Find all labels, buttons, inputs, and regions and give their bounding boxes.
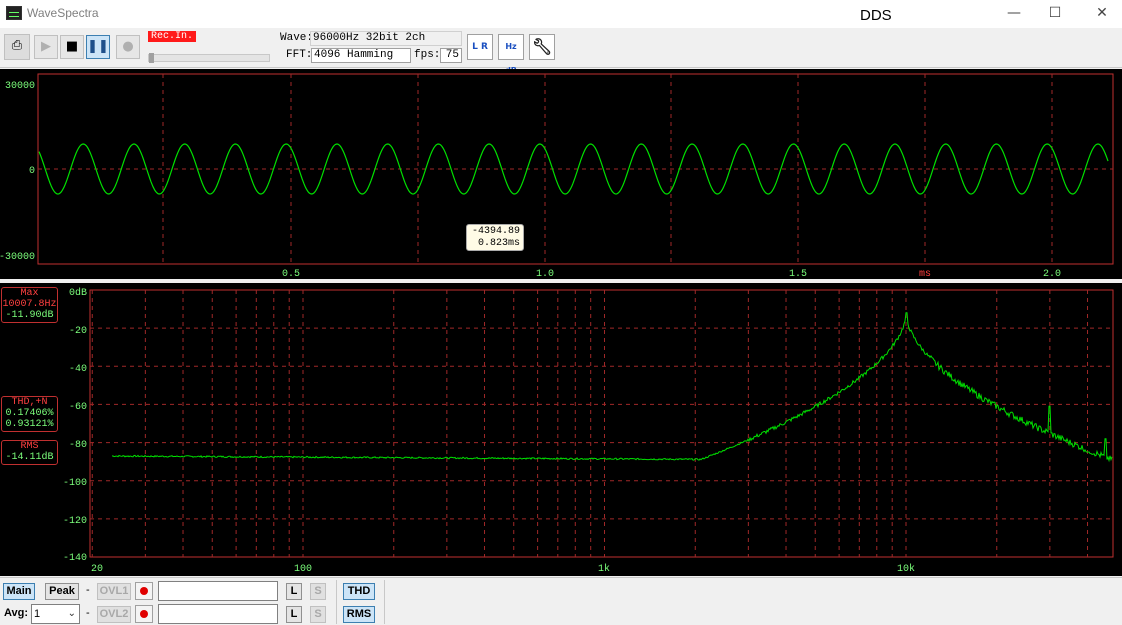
rec-level-slider[interactable] (148, 53, 270, 63)
ovl2-button[interactable]: OVL2 (97, 606, 131, 623)
fps-label: fps: (414, 49, 441, 61)
wave-x-tick-0-5: 0.5 (282, 269, 300, 279)
lr-channel-icon: L R (472, 42, 488, 52)
spectrum-grid (90, 290, 1113, 557)
hz-db-button[interactable]: Hz dB (498, 34, 524, 75)
ovl2-name-field[interactable] (158, 604, 278, 624)
chevron-down-icon: ⌄ (67, 608, 76, 619)
document-label: DDS (860, 7, 892, 24)
thd-button[interactable]: THD (343, 583, 375, 600)
spec-y-tick-80: -80 (69, 440, 87, 451)
rms-info-box: RMS -14.11dB (1, 440, 58, 465)
stop-icon: ■ (65, 39, 79, 54)
pause-button[interactable]: ❚❚ (86, 35, 110, 59)
spec-x-tick-1k: 1k (598, 563, 610, 575)
spec-y-tick-60: -60 (69, 402, 87, 413)
wave-y-tick-top: 30000 (5, 81, 35, 92)
max-level: -11.90dB (5, 310, 54, 321)
minimize-button[interactable]: — (1002, 4, 1026, 22)
avg-select[interactable]: 1 ⌄ (31, 604, 80, 624)
cursor-value: -4394.89 (471, 226, 520, 237)
bottom-controls: Main Peak - OVL1 L S Avg: 1 ⌄ - OVL2 L S… (0, 577, 1122, 625)
rms-value: -14.11dB (5, 452, 54, 463)
max-title: Max (20, 288, 39, 299)
separator (336, 580, 337, 624)
thd-info-box: THD,+N 0.17406% 0.93121% (1, 396, 58, 432)
peak-button[interactable]: Peak (45, 583, 79, 600)
separator-2 (384, 580, 385, 624)
spec-x-tick-100: 100 (294, 564, 312, 575)
ovl1-l-button[interactable]: L (286, 583, 302, 600)
pause-icon: ❚❚ (87, 39, 109, 54)
rec-in-indicator: Rec.In. (148, 31, 196, 42)
spectrum-trace (111, 312, 1113, 463)
rms-title: RMS (20, 441, 39, 452)
toolbar: ⎙ ▶ ■ ❚❚ ● Rec.In. Wave: 96000Hz 32bit 2… (0, 28, 1122, 75)
wave-x-tick-2-0: 2.0 (1043, 269, 1061, 279)
max-info-box: Max 10007.8Hz -11.90dB (1, 287, 58, 323)
wave-y-tick-bottom: -30000 (0, 252, 35, 263)
ovl2-l-button[interactable]: L (286, 606, 302, 623)
stop-button[interactable]: ■ (60, 35, 84, 59)
play-icon: ▶ (41, 39, 51, 54)
fps-value[interactable]: 75 (440, 48, 462, 63)
spectrum-frame (89, 289, 1114, 558)
rms-button[interactable]: RMS (343, 606, 375, 623)
ovl1-record-button[interactable] (135, 582, 153, 600)
avg-label: Avg: (4, 607, 29, 619)
monitor-icon: ⎙ (11, 38, 23, 53)
record-icon: ● (122, 39, 134, 54)
spectrum-panel[interactable]: 0dB -20 -40 -60 -80 -100 -120 -140 20 10… (0, 283, 1122, 576)
dash-1: - (86, 584, 90, 596)
spec-x-tick-20: 20 (91, 564, 103, 575)
avg-value: 1 (34, 608, 41, 620)
app-icon (6, 6, 22, 20)
thd-value: 0.17406% (5, 408, 54, 419)
close-button[interactable]: ✕ (1090, 4, 1114, 22)
spectrum-plot[interactable]: 0dB -20 -40 -60 -80 -100 -120 -140 20 10… (0, 283, 1122, 576)
spec-y-tick-120: -120 (63, 516, 87, 527)
lr-channel-button[interactable]: L R (467, 34, 493, 60)
monitor-button[interactable]: ⎙ (4, 34, 30, 60)
cursor-time: 0.823ms (477, 238, 520, 249)
title-bar: WaveSpectra DDS — ☐ ✕ (0, 0, 1122, 28)
max-frequency: 10007.8Hz (2, 299, 57, 310)
wave-x-tick-1-0: 1.0 (536, 269, 554, 279)
maximize-button[interactable]: ☐ (1043, 4, 1067, 22)
wavespectra-window: WaveSpectra DDS — ☐ ✕ ⎙ ▶ ■ ❚❚ ● Rec.In.… (0, 0, 1122, 625)
wave-label: Wave: (280, 32, 314, 44)
wrench-icon: 🔧︎ (531, 37, 553, 56)
main-button[interactable]: Main (3, 583, 35, 600)
spec-x-tick-10k: 10k (897, 563, 915, 575)
wave-x-unit: ms (919, 269, 931, 279)
app-title: WaveSpectra (27, 6, 99, 20)
wave-x-tick-1-5: 1.5 (789, 269, 807, 279)
waveform-panel[interactable]: 30000 0 -30000 0.5 1.0 1.5 2.0 ms (0, 69, 1122, 280)
cursor-readout: -4394.89 0.823ms (466, 224, 524, 251)
fft-settings-value[interactable]: 4096 Hamming (311, 48, 411, 63)
thdn-value: 0.93121% (5, 419, 54, 430)
dash-2: - (86, 607, 90, 619)
ovl1-button[interactable]: OVL1 (97, 583, 131, 600)
spec-y-tick-140: -140 (63, 553, 87, 564)
spec-y-tick-40: -40 (69, 364, 87, 375)
thd-title: THD,+N (11, 397, 48, 408)
fft-label: FFT: (286, 49, 313, 61)
settings-button[interactable]: 🔧︎ (529, 34, 555, 60)
ovl2-s-button[interactable]: S (310, 606, 326, 623)
wave-y-tick-zero: 0 (29, 166, 35, 177)
ovl1-name-field[interactable] (158, 581, 278, 601)
wave-format-value: 96000Hz 32bit 2ch (310, 31, 462, 46)
record-button[interactable]: ● (116, 35, 140, 59)
spec-y-tick-100: -100 (63, 478, 87, 489)
spec-y-tick-20: -20 (69, 326, 87, 337)
ovl1-s-button[interactable]: S (310, 583, 326, 600)
spec-y-tick-0: 0dB (69, 287, 87, 299)
play-button[interactable]: ▶ (34, 35, 58, 59)
ovl2-record-button[interactable] (135, 605, 153, 623)
waveform-grid (38, 74, 1113, 264)
waveform-plot[interactable]: 30000 0 -30000 0.5 1.0 1.5 2.0 ms (0, 69, 1122, 280)
